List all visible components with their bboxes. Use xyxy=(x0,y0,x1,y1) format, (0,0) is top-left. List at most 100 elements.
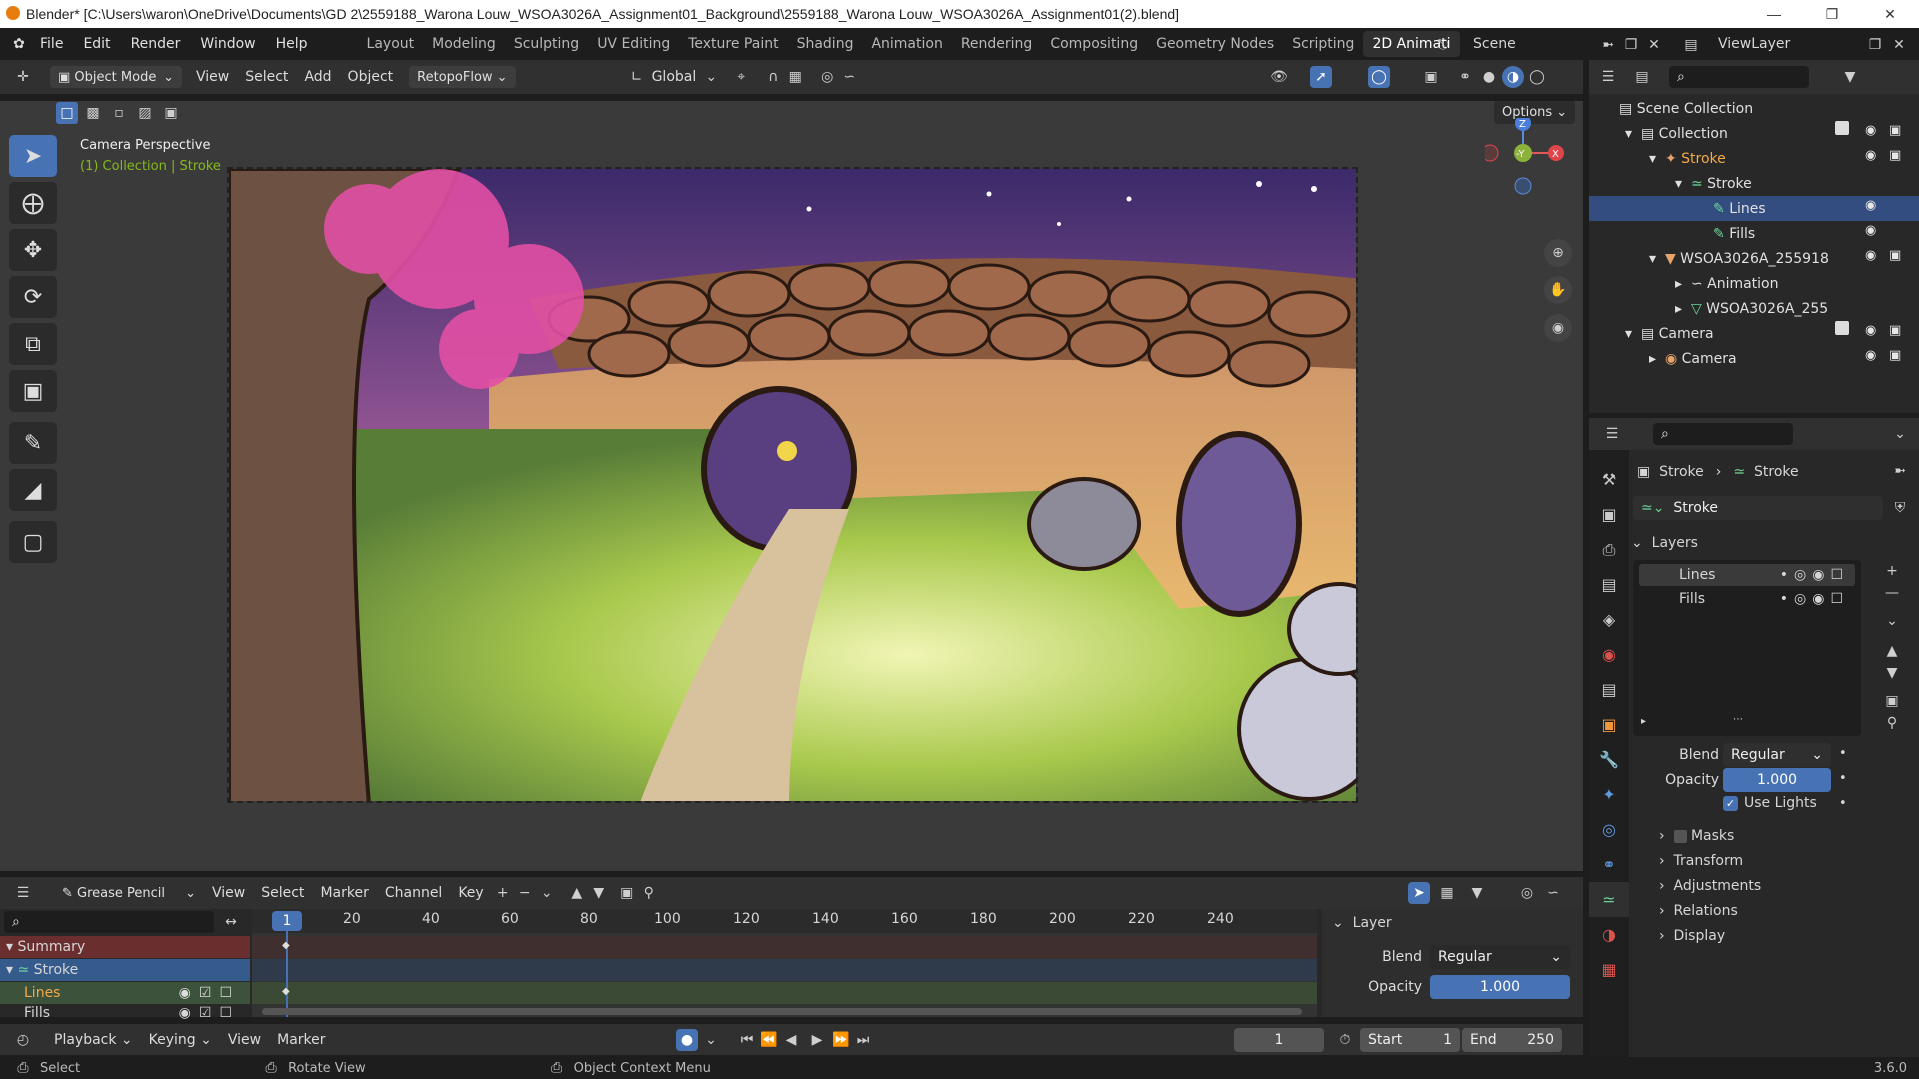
texture-tab-icon[interactable]: ▦ xyxy=(1589,952,1629,987)
scene-selector-icon[interactable]: ⎋ xyxy=(1432,34,1454,56)
menu-file[interactable]: File xyxy=(30,36,73,52)
horizontal-scrollbar[interactable] xyxy=(262,1008,1302,1015)
constraints-tab-icon[interactable]: ⚭ xyxy=(1589,847,1629,882)
eye-icon[interactable]: ◉ xyxy=(1865,148,1876,163)
channel-summary[interactable]: ▾ Summary xyxy=(0,936,250,958)
scene-name[interactable]: Scene xyxy=(1473,36,1516,52)
playback-menu[interactable]: Playback ⌄ xyxy=(46,1032,141,1048)
render-tab-icon[interactable]: ▣ xyxy=(1589,497,1629,532)
remove-keyframe-icon[interactable]: − xyxy=(514,882,536,904)
end-frame-field[interactable]: End 250 xyxy=(1462,1028,1562,1052)
annotate-tool[interactable]: ✎ xyxy=(9,422,57,464)
render-camera-icon[interactable]: ▣ xyxy=(1889,123,1901,138)
masks-section[interactable]: › Masks xyxy=(1659,828,1734,844)
layer-panel-header[interactable]: ⌄ Layer xyxy=(1332,915,1392,931)
filter-icon[interactable]: ▼ xyxy=(1466,882,1488,904)
lock-icon[interactable]: ⚲ xyxy=(1881,712,1903,734)
camera-collection-checkbox[interactable] xyxy=(1835,321,1849,335)
overlay-toggle-icon[interactable]: ◯ xyxy=(1368,66,1390,88)
menu-add[interactable]: Add xyxy=(296,69,339,85)
new-view-layer-icon[interactable]: ❐ xyxy=(1864,34,1886,56)
select-box-icon[interactable]: □ xyxy=(56,102,78,124)
scale-tool[interactable]: ⧉ xyxy=(9,323,57,365)
use-lights-checkbox[interactable]: ✓ Use Lights xyxy=(1723,795,1817,811)
keyframe-dot-icon[interactable]: • xyxy=(1839,796,1847,811)
menu-window[interactable]: Window xyxy=(190,36,265,52)
object-tab-icon[interactable]: ▣ xyxy=(1589,707,1629,742)
move-up-icon[interactable]: ▲ xyxy=(1881,640,1903,662)
channel-icons[interactable]: ◉☑☐ xyxy=(179,985,240,1001)
properties-editor-icon[interactable]: ☰ xyxy=(1601,423,1623,445)
eye-icon[interactable]: ◉ xyxy=(1865,123,1876,138)
eye-icon[interactable]: ◉ xyxy=(1865,198,1876,213)
outliner-search[interactable]: ⌕ xyxy=(1669,66,1809,88)
timeline-view-menu[interactable]: View xyxy=(220,1032,269,1048)
layers-panel-header[interactable]: ⌄ Layers xyxy=(1631,530,1916,556)
jump-start-icon[interactable]: ⏮ xyxy=(736,1029,758,1051)
close-icon[interactable]: ✕ xyxy=(1861,0,1919,28)
tab-uv-editing[interactable]: UV Editing xyxy=(588,31,679,57)
chevron-down-icon[interactable]: ⌄ xyxy=(1889,423,1911,445)
isolate-layer-icon[interactable]: ▣ xyxy=(1881,690,1903,712)
pin-icon[interactable]: ➼ xyxy=(1889,460,1911,482)
outliner-row-mesh-data[interactable]: ▸ ▽ WSOA3026A_255 xyxy=(1589,296,1919,321)
output-tab-icon[interactable]: ⎙ xyxy=(1589,532,1629,567)
tab-geometry-nodes[interactable]: Geometry Nodes xyxy=(1147,31,1283,57)
layer-down-icon[interactable]: ▼ xyxy=(588,882,610,904)
next-keyframe-icon[interactable]: ⏩ xyxy=(830,1029,852,1051)
expand-arrow-icon[interactable]: ▸ xyxy=(1641,716,1646,727)
filter-icon[interactable]: ▼ xyxy=(1839,66,1861,88)
tab-modeling[interactable]: Modeling xyxy=(423,31,505,57)
eye-icon[interactable]: ◉ xyxy=(1865,248,1876,263)
timeline-editor-icon[interactable]: ◴ xyxy=(12,1029,34,1051)
layer-row-icons[interactable]: •◎◉☐ xyxy=(1780,567,1849,583)
delete-scene-icon[interactable]: ✕ xyxy=(1643,34,1665,56)
tab-shading[interactable]: Shading xyxy=(788,31,863,57)
select-extend-icon[interactable]: ▩ xyxy=(82,102,104,124)
render-camera-icon[interactable]: ▣ xyxy=(1889,323,1901,338)
menu-select[interactable]: Select xyxy=(237,69,296,85)
stopwatch-icon[interactable]: ⏱ xyxy=(1334,1029,1356,1051)
menu-render[interactable]: Render xyxy=(121,36,191,52)
datablock-selector[interactable]: ≃⌄ Stroke xyxy=(1633,496,1883,520)
display-mode-icon[interactable]: ▤ xyxy=(1631,66,1653,88)
tab-animation[interactable]: Animation xyxy=(862,31,951,57)
keyframe-diamond-icon[interactable]: ◆ xyxy=(282,940,290,951)
jump-end-icon[interactable]: ⏭ xyxy=(852,1029,874,1051)
dopesheet-menu-view[interactable]: View xyxy=(204,885,253,901)
rotate-tool[interactable]: ⟳ xyxy=(9,276,57,318)
minimize-icon[interactable]: — xyxy=(1745,0,1803,28)
collection-tab-icon[interactable]: ▤ xyxy=(1589,672,1629,707)
chevron-down-icon[interactable]: ⌄ xyxy=(536,882,558,904)
blend-dropdown[interactable]: Regular ⌄ xyxy=(1723,743,1831,767)
dopesheet-menu-channel[interactable]: Channel xyxy=(377,885,450,901)
proportional-icon[interactable]: ◎ xyxy=(1516,882,1538,904)
transform-section[interactable]: › Transform xyxy=(1659,853,1743,869)
play-reverse-icon[interactable]: ◀ xyxy=(780,1029,802,1051)
timeline-marker-menu[interactable]: Marker xyxy=(269,1032,333,1048)
effects-tab-icon[interactable]: ✦ xyxy=(1589,777,1629,812)
editor-type-icon[interactable]: ✛ xyxy=(12,66,34,88)
outliner-row-stroke-data[interactable]: ▾ ≃ Stroke xyxy=(1589,171,1919,196)
add-layer-icon[interactable]: + xyxy=(1881,560,1903,582)
remove-layer-icon[interactable]: — xyxy=(1881,582,1903,604)
relations-section[interactable]: › Relations xyxy=(1659,903,1738,919)
add-cube-tool[interactable]: ▢ xyxy=(9,521,57,563)
navigation-gizmo[interactable]: Z X -Y xyxy=(1481,115,1583,208)
eye-icon[interactable]: ◉ xyxy=(1865,323,1876,338)
blender-menu-icon[interactable]: ✿ xyxy=(8,33,30,55)
frame-ruler[interactable]: 20 40 60 80 100 120 140 160 180 200 220 … xyxy=(252,909,1317,933)
material-shading-icon[interactable]: ◑ xyxy=(1502,66,1524,88)
adjustments-section[interactable]: › Adjustments xyxy=(1659,878,1761,894)
scene-tab-icon[interactable]: ◈ xyxy=(1589,602,1629,637)
current-frame-field[interactable]: 1 xyxy=(1234,1028,1324,1052)
dopesheet-mode-dropdown[interactable]: ✎ Grease Pencil ⌄ xyxy=(54,882,204,904)
menu-edit[interactable]: Edit xyxy=(73,36,120,52)
modifier-tab-icon[interactable]: 🔧 xyxy=(1589,742,1629,777)
snap-icon[interactable]: ∩ xyxy=(762,66,784,88)
mode-dropdown[interactable]: ▣ Object Mode ⌄ xyxy=(50,66,182,88)
properties-search[interactable]: ⌕ xyxy=(1653,423,1793,445)
3d-viewport[interactable]: □ ▩ ▫ ▨ ▣ Options ⌄ Camera Perspective (… xyxy=(0,101,1583,871)
falloff-icon[interactable]: ∽ xyxy=(838,66,860,88)
lock-icon[interactable]: ⚲ xyxy=(638,882,660,904)
